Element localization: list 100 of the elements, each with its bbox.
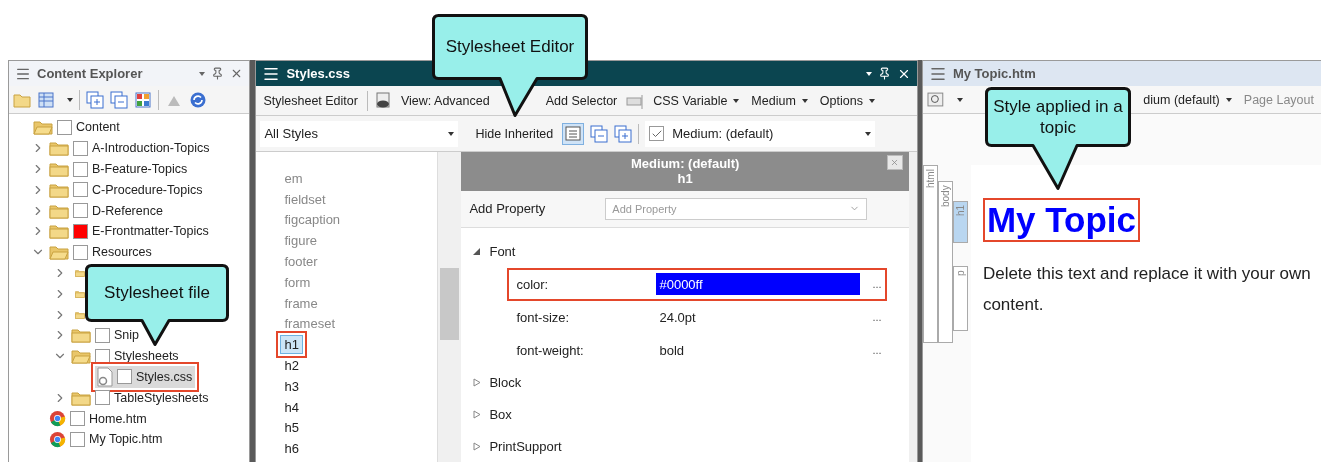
tree-item[interactable]: Snip [69, 324, 143, 347]
toolbar-button[interactable]: Options [816, 91, 878, 110]
pin-icon[interactable] [877, 67, 891, 80]
checkbox[interactable] [73, 182, 88, 198]
selector-item[interactable]: frameset [280, 314, 339, 334]
toolbar-button[interactable]: View: Advanced [397, 91, 493, 110]
selector-item[interactable]: frame [280, 293, 322, 313]
toolbar-button[interactable]: CSS Variable [650, 91, 743, 110]
add-property-label: Add Property [469, 201, 546, 217]
callout: Style applied in a topic [985, 87, 1131, 190]
selector-item[interactable]: footer [280, 252, 322, 272]
list-icon[interactable] [564, 124, 583, 143]
toolbar-button[interactable]: Add Selector [542, 91, 621, 110]
topic-paragraph[interactable]: Delete this text and replace it with your own content. [982, 258, 1318, 321]
tree-item[interactable]: Home.htm [47, 407, 150, 430]
collapse-all-icon[interactable] [590, 124, 609, 143]
toolbar-button[interactable]: Stylesheet Editor [260, 91, 361, 110]
selector-item[interactable]: figure [280, 231, 321, 251]
checkbox[interactable] [95, 327, 110, 343]
checkbox[interactable] [117, 369, 132, 385]
checkbox[interactable] [57, 119, 72, 135]
selector-item[interactable]: h2 [280, 356, 303, 376]
folder-icon [71, 327, 91, 344]
pin-icon[interactable] [211, 67, 225, 80]
checkbox[interactable] [73, 161, 88, 177]
tree-item[interactable]: A-Introduction-Topics [47, 137, 213, 160]
tree-item[interactable]: B-Feature-Topics [47, 158, 191, 180]
structure-bar[interactable]: html [922, 165, 938, 343]
table-icon[interactable] [37, 90, 55, 109]
tree-item[interactable]: D-Reference [47, 199, 166, 222]
checkbox[interactable] [73, 203, 88, 219]
eye-icon[interactable] [373, 91, 392, 110]
folder-icon [49, 181, 69, 198]
open-folder-icon [49, 244, 69, 261]
group-label: Font [489, 244, 516, 260]
expand-all-icon[interactable] [614, 124, 633, 143]
property-value[interactable]: 24.0pt [656, 306, 861, 329]
checkbox[interactable] [73, 223, 88, 239]
property-value[interactable]: #0000ff [656, 273, 861, 296]
gear-file-icon [97, 366, 113, 387]
scrollbar[interactable] [908, 152, 917, 462]
group-label: Block [489, 374, 522, 390]
checkbox[interactable] [73, 140, 88, 156]
tree-item[interactable]: Content [31, 116, 123, 139]
close-button[interactable] [886, 155, 903, 170]
medium-dropdown[interactable]: dium (default) [1140, 90, 1235, 109]
checkbox[interactable] [70, 411, 85, 427]
dropdown-icon[interactable] [956, 97, 963, 102]
hide-inherited-button[interactable]: Hide Inherited [472, 124, 557, 143]
tree-item[interactable]: My Topic.htm [47, 428, 166, 451]
panel-title: My Topic.htm [952, 66, 1037, 81]
property-name: font-weight: [516, 342, 585, 358]
property-row[interactable]: color: #0000ff ... [507, 267, 887, 301]
property-value[interactable]: bold [656, 339, 861, 362]
collapsed-triangle-icon[interactable] [473, 409, 482, 419]
tree-item[interactable]: E-Frontmatter-Topics [47, 220, 212, 243]
group-label: Box [489, 406, 512, 422]
property-row[interactable]: font-size: 24.0pt ... [507, 300, 887, 334]
property-name: font-size: [516, 309, 571, 325]
topic-heading[interactable]: My Topic [982, 198, 1140, 242]
panel-title: Styles.css [286, 66, 352, 81]
dropdown-icon[interactable] [67, 97, 73, 102]
folder-icon [49, 223, 69, 240]
selector-item[interactable]: form [280, 272, 315, 292]
collapsed-triangle-icon[interactable] [473, 441, 482, 451]
tree-item[interactable]: C-Procedure-Topics [47, 178, 206, 201]
medium-dropdown[interactable]: Medium: (default) [645, 120, 876, 147]
refresh-icon[interactable] [189, 90, 207, 109]
preview-icon[interactable] [926, 90, 945, 109]
open-folder-icon [71, 348, 91, 365]
selector-item[interactable]: em [280, 168, 307, 188]
browser-icon [49, 410, 66, 428]
expand-all-icon[interactable] [86, 90, 104, 109]
collapsed-triangle-icon[interactable] [473, 377, 482, 387]
property-row[interactable]: font-weight: bold ... [507, 333, 887, 367]
checkbox[interactable] [649, 126, 665, 141]
collapse-all-icon[interactable] [110, 90, 128, 109]
selector-item[interactable]: h3 [280, 376, 303, 396]
tree-item[interactable]: TableStylesheets [69, 386, 212, 409]
style-filter-dropdown[interactable]: All Styles [260, 120, 459, 147]
properties-header: Medium: (default) h1 [461, 152, 909, 191]
checkbox[interactable] [70, 431, 85, 447]
selector-item[interactable]: h6 [280, 439, 303, 459]
tree-item[interactable]: Resources [47, 241, 155, 264]
selector-item[interactable]: h4 [280, 397, 303, 417]
panel-title: Content Explorer [37, 66, 144, 81]
checkbox[interactable] [95, 390, 110, 406]
more-button[interactable]: ... [870, 278, 884, 291]
more-button[interactable]: ... [870, 344, 884, 357]
dropdown-icon[interactable] [199, 71, 206, 76]
selector-item[interactable]: h5 [280, 418, 303, 438]
toolbar-button[interactable]: Medium [748, 91, 811, 110]
checkbox[interactable] [73, 244, 88, 260]
selector-item[interactable]: figcaption [280, 210, 345, 230]
selector-item[interactable]: fieldset [280, 189, 330, 209]
color-grid-icon[interactable] [134, 90, 152, 109]
scrollbar[interactable] [438, 152, 462, 462]
more-button[interactable]: ... [870, 311, 884, 324]
tree-item[interactable]: Stylesheets [69, 345, 182, 368]
expanded-triangle-icon[interactable] [473, 247, 482, 257]
